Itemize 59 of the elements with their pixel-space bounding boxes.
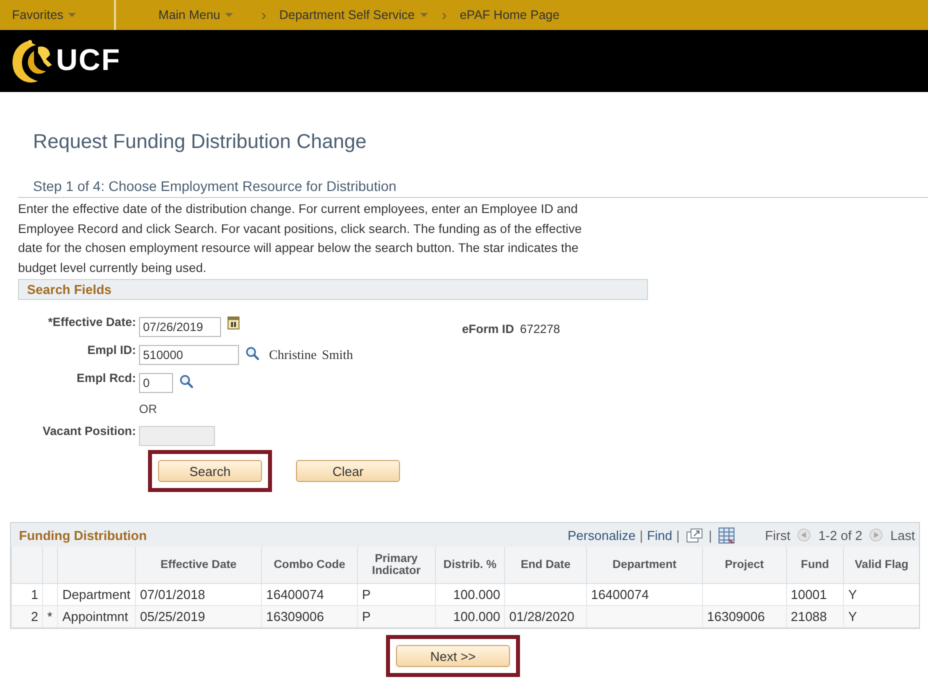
field-label: *Effective Date: — [46, 314, 137, 329]
table-cell: 05/25/2019 — [136, 606, 262, 628]
table-cell: 21088 — [786, 606, 844, 628]
next-button[interactable]: Next >> — [396, 645, 510, 667]
field-label: Empl Rcd: — [76, 370, 137, 385]
column-header: Valid Flag — [844, 547, 919, 584]
nav-menu-item[interactable]: Department Self Service — [279, 8, 415, 22]
input-field[interactable]: 0 — [139, 373, 173, 393]
grid-link[interactable]: Personalize — [568, 528, 636, 542]
column-header: Project — [702, 547, 786, 584]
separator-text: | — [640, 528, 643, 542]
row-number: 2 — [12, 606, 43, 628]
table-cell: 16309006 — [702, 606, 786, 628]
table-cell: 100.000 — [435, 606, 505, 628]
input-field[interactable]: 07/26/2019 — [139, 317, 221, 337]
grid-title: Funding Distribution — [19, 528, 147, 542]
column-header: Department — [586, 547, 702, 584]
column-header: Effective Date — [136, 547, 262, 584]
column-header: Combo Code — [262, 547, 358, 584]
grid-range-text: 1-2 of 2 — [818, 528, 862, 542]
nav-menu-item[interactable]: ePAF Home Page — [460, 8, 560, 22]
section-header: Search Fields — [18, 279, 648, 300]
column-header: Distrib. % — [435, 547, 505, 584]
new-window-icon[interactable] — [686, 528, 702, 542]
page-title: Request Funding Distribution Change — [33, 130, 368, 154]
table-cell: 16309006 — [262, 606, 358, 628]
table-cell: Appointmnt — [58, 606, 136, 628]
nav-menu-item[interactable]: Main Menu — [158, 8, 220, 22]
employee-name: Christine Smith — [269, 347, 353, 363]
calendar-icon[interactable] — [228, 316, 240, 330]
grid-nav-text: Last — [890, 528, 915, 542]
logo-text: UCF — [56, 44, 121, 78]
field-label: Vacant Position: — [42, 423, 137, 438]
column-header: Fund — [786, 547, 844, 584]
column-header: End Date — [504, 547, 586, 584]
nav-menu-item[interactable]: Favorites — [12, 8, 64, 22]
breadcrumb-separator: › — [261, 6, 268, 24]
search-icon — [246, 347, 259, 360]
column-header: Primary Indicator — [357, 547, 436, 584]
field-value: 672278 — [520, 322, 560, 336]
logo-icon — [12, 40, 52, 83]
step-title: Step 1 of 4: Choose Employment Resource for Distribution — [18, 178, 928, 198]
spreadsheet-icon[interactable] — [718, 527, 735, 543]
input-field[interactable]: 510000 — [139, 345, 239, 365]
action-button[interactable]: Clear — [296, 460, 400, 482]
table-cell: Y — [844, 606, 919, 628]
table-cell: 01/28/2020 — [504, 606, 586, 628]
breadcrumb-separator: › — [442, 6, 448, 24]
grid-nav-text: First — [765, 528, 790, 542]
separator-text: | — [708, 528, 712, 542]
grid-link[interactable]: Find — [646, 528, 672, 542]
search-icon — [180, 375, 193, 388]
field-label: eForm ID — [462, 322, 514, 336]
or-text: OR — [139, 401, 157, 416]
field-label: Empl ID: — [86, 342, 137, 357]
action-button[interactable]: Search — [158, 460, 262, 482]
separator-text: | — [676, 528, 680, 542]
table-cell: P — [357, 606, 436, 628]
instructions-text: Enter the effective date of the distribution change. For current employees, enter an Employee ID and Employee Record and click Search. For vacant positions, click search. The funding as of the effective date for the chosen employment resource will appear below the search button. The star indicates the budget level currently being used. — [18, 201, 583, 277]
